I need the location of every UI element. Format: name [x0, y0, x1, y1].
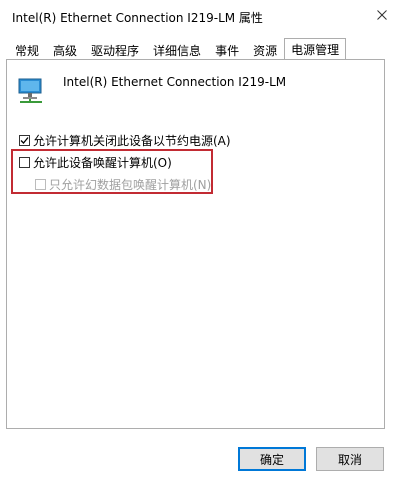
- close-icon: [377, 10, 387, 20]
- highlight-annotation-box: [11, 149, 213, 194]
- allow-turn-off-option[interactable]: 允许计算机关闭此设备以节约电源(A): [19, 132, 231, 149]
- allow-turn-off-checkbox[interactable]: [19, 135, 30, 146]
- cancel-button[interactable]: 取消: [316, 447, 384, 471]
- tab-events[interactable]: 事件: [208, 40, 246, 60]
- network-adapter-icon: [18, 78, 42, 103]
- allow-turn-off-label: 允许计算机关闭此设备以节约电源(A): [33, 134, 231, 148]
- window-title: Intel(R) Ethernet Connection I219-LM 属性: [12, 11, 263, 25]
- tab-details[interactable]: 详细信息: [146, 40, 208, 60]
- tab-resources[interactable]: 资源: [246, 40, 284, 60]
- tab-general[interactable]: 常规: [8, 40, 46, 60]
- tab-strip: 常规 高级 驱动程序 详细信息 事件 资源 电源管理: [8, 38, 347, 61]
- properties-dialog: Intel(R) Ethernet Connection I219-LM 属性 …: [0, 0, 400, 480]
- tab-advanced[interactable]: 高级: [46, 40, 84, 60]
- ok-button[interactable]: 确定: [238, 447, 306, 471]
- tab-power-management[interactable]: 电源管理: [284, 38, 347, 61]
- title-bar: Intel(R) Ethernet Connection I219-LM 属性: [0, 0, 400, 32]
- device-name: Intel(R) Ethernet Connection I219-LM: [63, 75, 287, 89]
- tab-panel: [6, 59, 385, 429]
- tab-driver[interactable]: 驱动程序: [84, 40, 146, 60]
- close-button[interactable]: [364, 0, 400, 30]
- checkmark-icon: [20, 137, 29, 144]
